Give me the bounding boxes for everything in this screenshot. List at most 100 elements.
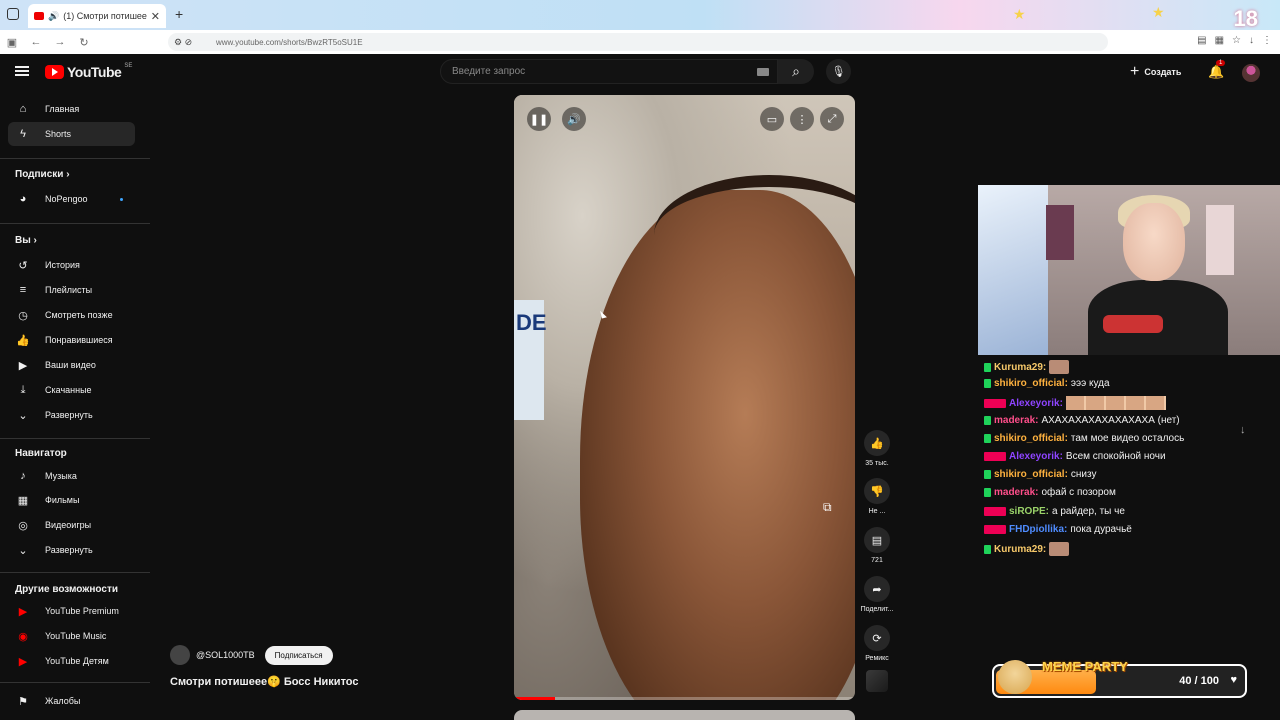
- speaker-icon: 🔊: [567, 113, 581, 126]
- chat-badge-icon: [984, 506, 1006, 516]
- sidebar-item-movies[interactable]: ▦ Фильмы: [8, 488, 135, 512]
- channel-avatar-icon: ◕: [19, 193, 27, 205]
- search-input[interactable]: Введите запрос: [440, 59, 778, 84]
- url-text: www.youtube.com/shorts/BwzRT5oSU1E: [216, 37, 363, 47]
- scroll-down-icon[interactable]: ↓: [1240, 424, 1246, 436]
- you-heading[interactable]: Вы ›: [15, 235, 37, 246]
- pause-button[interactable]: ❚❚: [527, 107, 551, 131]
- fullscreen-button[interactable]: ⤢: [820, 107, 844, 131]
- forward-icon[interactable]: →: [48, 36, 72, 48]
- chat-nickname[interactable]: maderak:: [994, 415, 1038, 426]
- new-tab-button[interactable]: +: [175, 6, 183, 22]
- search-button[interactable]: ⌕: [778, 59, 814, 84]
- chat-nickname[interactable]: shikiro_official:: [994, 433, 1068, 444]
- close-tab-icon[interactable]: ✕: [151, 10, 160, 23]
- poster: [1046, 205, 1074, 260]
- chat-nickname[interactable]: Alexeyorik:: [1009, 398, 1063, 409]
- like-button[interactable]: 👍 35 тыс.: [858, 430, 896, 467]
- chat-nickname[interactable]: shikiro_official:: [994, 378, 1068, 389]
- sidebar-item-music-app[interactable]: ◉ YouTube Music: [8, 624, 135, 648]
- sidebar-item-report[interactable]: ⚑ Жалобы: [8, 689, 135, 713]
- streamer-face: [1123, 203, 1185, 281]
- shorts-player[interactable]: DE ❚❚ 🔊 ▭ ⋮ ⤢ ⧉: [514, 95, 855, 700]
- back-icon[interactable]: ←: [24, 36, 48, 48]
- progress-bar[interactable]: [514, 697, 855, 700]
- tab-title: (1) Смотри потишеее🤫 Б: [63, 10, 147, 21]
- star-decoration-icon: ★: [1013, 6, 1026, 22]
- sidebar-item-kids[interactable]: ▶ YouTube Детям: [8, 649, 135, 673]
- progress-fill: [514, 697, 555, 700]
- download-icon[interactable]: ↓: [1249, 35, 1254, 46]
- keyboard-icon[interactable]: [757, 68, 769, 76]
- divider: [0, 158, 150, 159]
- chat-badge-icon: [984, 544, 991, 554]
- chat-nickname[interactable]: maderak:: [994, 487, 1038, 498]
- chat-nickname[interactable]: shikiro_official:: [994, 469, 1068, 480]
- chat-message: Alexeyorik:: [984, 396, 1166, 411]
- subscriptions-heading[interactable]: Подписки ›: [15, 169, 70, 180]
- reload-icon[interactable]: ↻: [72, 36, 96, 49]
- sidebar-item-expand-nav[interactable]: ⌄ Развернуть: [8, 538, 135, 562]
- hamburger-menu-icon[interactable]: [15, 66, 29, 76]
- sidebar-item-watch-later[interactable]: ◷ Смотреть позже: [8, 303, 135, 327]
- sidebar-item-label: Музыка: [45, 471, 77, 481]
- chat-nickname[interactable]: FHDpiollika:: [1009, 524, 1067, 535]
- speaker-icon[interactable]: 🔊: [48, 11, 59, 22]
- dislike-button[interactable]: 👎 Не ...: [858, 478, 896, 515]
- audio-thumbnail[interactable]: [866, 670, 888, 692]
- sidebar-item-home[interactable]: ⌂ Главная: [8, 97, 135, 121]
- tab-actions-icon[interactable]: [7, 8, 19, 20]
- sidebar-item-music[interactable]: ♪ Музыка: [8, 464, 135, 488]
- channel-name[interactable]: @SOL1000TB: [196, 650, 255, 660]
- picture-in-picture-icon[interactable]: ⧉: [823, 500, 832, 515]
- youtube-logo[interactable]: YouTube SE: [45, 63, 132, 80]
- avatar[interactable]: [1242, 64, 1260, 82]
- sidebar-item-playlists[interactable]: ≡ Плейлисты: [8, 278, 135, 302]
- sidebar-item-label: Главная: [45, 104, 80, 114]
- chat-nickname[interactable]: Kuruma29:: [994, 544, 1046, 555]
- search-placeholder: Введите запрос: [452, 66, 526, 77]
- browser-tabbar: 🔊 (1) Смотри потишеее🤫 Б ✕ + ★ ★ 18: [0, 0, 1280, 31]
- remix-icon: ⟳: [864, 625, 890, 651]
- sidebar-toggle-icon[interactable]: ▣: [0, 36, 24, 49]
- subscribe-button[interactable]: Подписаться: [264, 645, 333, 665]
- video-subject-hair: [654, 175, 855, 295]
- chat-nickname[interactable]: siROPE:: [1009, 506, 1049, 517]
- extension-icon[interactable]: ▦: [1215, 35, 1224, 46]
- sidebar-item-subscription[interactable]: ◕ NoPengoo: [8, 187, 135, 211]
- menu-icon[interactable]: ⋮: [1262, 35, 1272, 46]
- volume-button[interactable]: 🔊: [562, 107, 586, 131]
- notifications-button[interactable]: 🔔 1: [1208, 60, 1226, 80]
- sidebar-item-your-videos[interactable]: ▶ Ваши видео: [8, 353, 135, 377]
- chat-message: shikiro_official: там мое видео осталось: [984, 433, 1184, 444]
- next-short-preview[interactable]: [514, 710, 855, 720]
- comment-icon: ▤: [864, 527, 890, 553]
- captions-button[interactable]: ▭: [760, 107, 784, 131]
- sidebar-item-downloads[interactable]: ⤓ Скачанные: [8, 378, 135, 402]
- url-field[interactable]: ⚙ ⊘ www.youtube.com/shorts/BwzRT5oSU1E: [168, 33, 1108, 51]
- chat-nickname[interactable]: Alexeyorik:: [1009, 451, 1063, 462]
- chat-nickname[interactable]: Kuruma29:: [994, 362, 1046, 373]
- voice-search-button[interactable]: 🎙: [826, 59, 851, 84]
- sidebar-item-label: Фильмы: [45, 495, 80, 505]
- share-button[interactable]: ➦ Поделит...: [858, 576, 896, 613]
- chat-text: офай с позором: [1041, 487, 1116, 499]
- sidebar-item-history[interactable]: ↺ История: [8, 253, 135, 277]
- bookmark-star-icon[interactable]: ☆: [1232, 35, 1241, 46]
- channel-avatar[interactable]: [170, 645, 190, 665]
- sidebar-item-premium[interactable]: ▶ YouTube Premium: [8, 599, 135, 623]
- sidebar-item-shorts[interactable]: ϟ Shorts: [8, 122, 135, 146]
- sidebar-item-gaming[interactable]: ◎ Видеоигры: [8, 513, 135, 537]
- remix-button[interactable]: ⟳ Ремикс: [858, 625, 896, 662]
- more-options-button[interactable]: ⋮: [790, 107, 814, 131]
- plus-icon: +: [1130, 63, 1140, 80]
- comments-button[interactable]: ▤ 721: [858, 527, 896, 564]
- sidebar-item-liked[interactable]: 👍 Понравившиеся: [8, 328, 135, 352]
- create-button[interactable]: + Создать: [1130, 63, 1181, 81]
- translate-icon[interactable]: ▤: [1197, 35, 1206, 46]
- site-info-icon[interactable]: ⚙ ⊘: [174, 37, 192, 48]
- browser-tab[interactable]: 🔊 (1) Смотри потишеее🤫 Б ✕: [28, 4, 166, 28]
- more-heading: Другие возможности: [15, 584, 118, 595]
- sidebar-item-expand[interactable]: ⌄ Развернуть: [8, 403, 135, 427]
- video-icon: ▶: [18, 359, 28, 372]
